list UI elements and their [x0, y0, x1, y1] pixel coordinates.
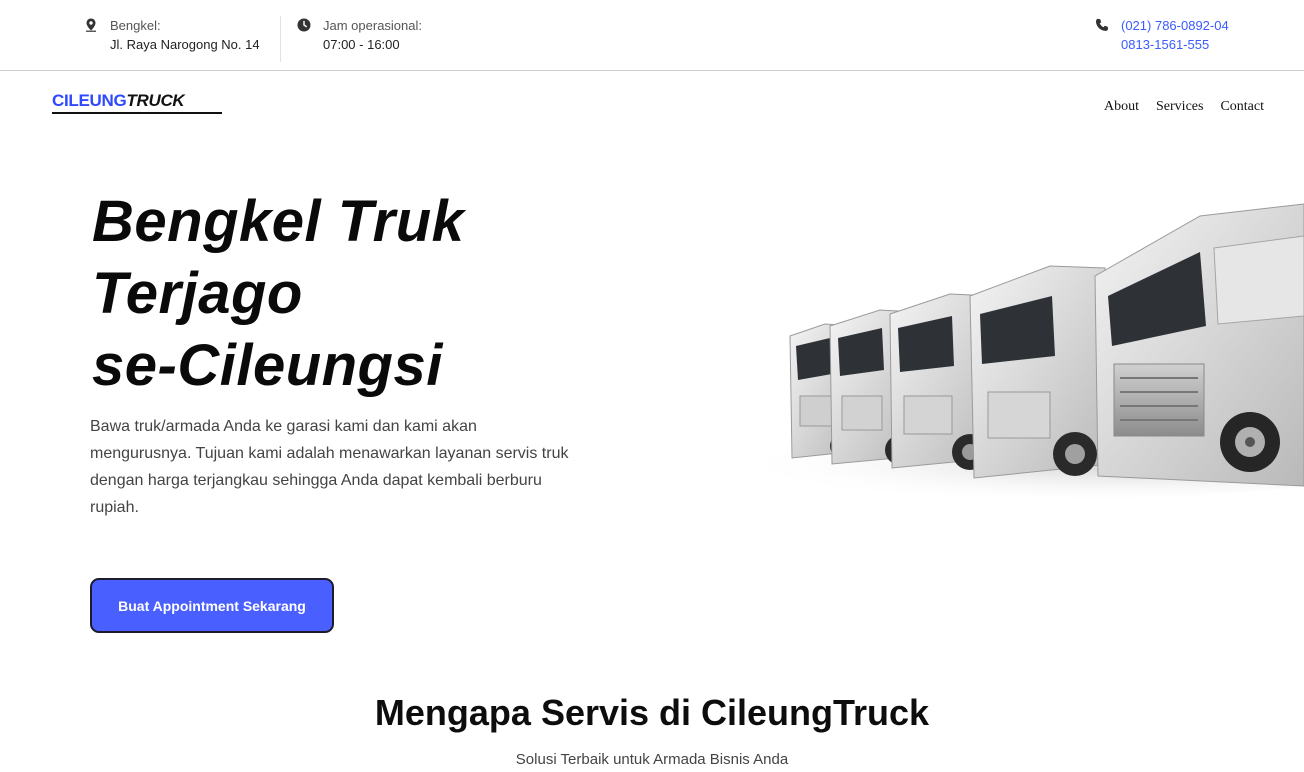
top-info-bar: Bengkel: Jl. Raya Narogong No. 14 Jam op… — [0, 0, 1304, 71]
main-nav: About Services Contact — [1104, 99, 1264, 115]
why-section-subtitle: Solusi Terbaik untuk Armada Bisnis Anda — [515, 751, 789, 768]
brand-logo[interactable]: CILEUNGTRUCK — [52, 91, 222, 115]
brand-logo-part1: CILEUNG — [52, 91, 127, 110]
hero-description: Bawa truk/armada Anda ke garasi kami dan… — [90, 418, 569, 516]
phone-icon — [1096, 18, 1109, 31]
address-info: Bengkel: Jl. Raya Narogong No. 14 — [84, 16, 260, 54]
logo-underline — [52, 112, 222, 114]
brand-logo-part2: TRUCK — [126, 91, 185, 110]
info-divider — [280, 16, 281, 62]
truck-fleet-image — [730, 203, 1304, 498]
address-label: Bengkel: — [110, 18, 161, 33]
phone-info: (021) 786-0892-04 0813-1561-555 — [1095, 16, 1229, 54]
hours-value: 07:00 - 16:00 — [323, 37, 400, 52]
location-pin-icon — [86, 18, 96, 32]
phone-number-2[interactable]: 0813-1561-555 — [1121, 35, 1229, 54]
nav-about-link[interactable]: About — [1104, 99, 1139, 115]
address-value: Jl. Raya Narogong No. 14 — [110, 37, 260, 52]
hero-title-line-2: Terjago — [92, 261, 303, 326]
hero-title-line-3: se-Cileungsi — [92, 333, 443, 398]
nav-services-link[interactable]: Services — [1156, 99, 1203, 115]
hours-info: Jam operasional: 07:00 - 16:00 — [297, 16, 422, 54]
clock-icon — [297, 18, 311, 32]
hero-title: Bengkel Truk Terjago se-Cileungsi — [92, 186, 464, 402]
nav-contact-link[interactable]: Contact — [1220, 99, 1264, 115]
book-appointment-button[interactable]: Buat Appointment Sekarang — [90, 578, 334, 633]
why-section-title: Mengapa Servis di CileungTruck — [374, 692, 930, 733]
hero-title-line-1: Bengkel Truk — [92, 189, 465, 254]
hours-label: Jam operasional: — [323, 18, 422, 33]
phone-number-1[interactable]: (021) 786-0892-04 — [1121, 16, 1229, 35]
